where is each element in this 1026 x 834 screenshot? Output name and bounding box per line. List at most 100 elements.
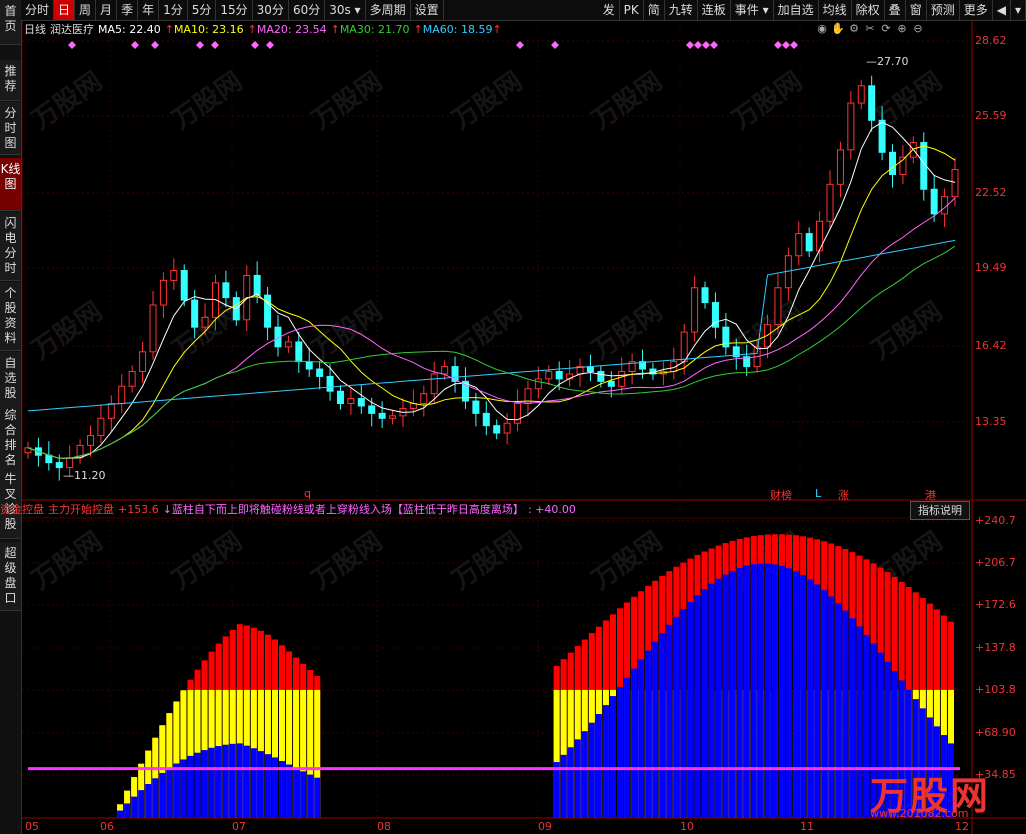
period-tab-4[interactable]: 季 — [117, 0, 139, 20]
indicator-blue-bar — [771, 564, 778, 818]
event-marker[interactable]: 港 — [925, 487, 936, 503]
indicator-label-2: ↓蓝柱自下而上即将触碰粉线或者上穿粉线入场【蓝柱低于昨日高度离场】 — [162, 503, 524, 516]
indicator-blue-bar — [863, 634, 870, 818]
sidebar-item-4[interactable]: 闪电分时 — [0, 212, 21, 281]
candle-body — [826, 183, 834, 222]
watermark-text: 万股网 — [587, 296, 668, 365]
indicator-blue-bar — [624, 677, 631, 818]
tool-button-6[interactable]: 加自选 — [774, 0, 819, 20]
date-tick: 07 — [232, 820, 246, 833]
period-tab-1[interactable]: 日 — [54, 0, 76, 20]
tool-button-1[interactable]: PK — [620, 0, 644, 20]
indicator-blue-bar — [842, 610, 849, 818]
period-label: 日线 — [24, 23, 46, 36]
indicator-blue-bar — [243, 745, 250, 818]
event-marker[interactable]: L — [815, 487, 821, 500]
candle-body — [534, 378, 542, 390]
period-tab-10[interactable]: 60分 — [289, 0, 326, 20]
candle-body — [545, 370, 553, 380]
watermark-url: www.201082.com — [870, 807, 969, 820]
candle-body — [284, 341, 292, 348]
period-tab-0[interactable]: 分时 — [21, 0, 55, 20]
tool-button-11[interactable]: 预测 — [927, 0, 960, 20]
candle-body — [836, 149, 844, 185]
indicator-blue-bar — [736, 567, 743, 818]
candle-body — [191, 299, 199, 328]
tool-button-2[interactable]: 简 — [644, 0, 665, 20]
tool-button-13[interactable]: ◀ — [993, 0, 1011, 20]
event-marker[interactable]: 涨 — [838, 487, 849, 503]
event-marker[interactable]: q — [304, 487, 311, 500]
period-tab-6[interactable]: 1分 — [159, 0, 188, 20]
tool-button-9[interactable]: 叠 — [885, 0, 906, 20]
sidebar-item-0[interactable]: 首页 — [0, 0, 21, 45]
period-tab-11[interactable]: 30s ▾ — [325, 0, 366, 20]
period-tab-5[interactable]: 年 — [138, 0, 160, 20]
indicator-blue-bar — [814, 584, 821, 818]
period-tab-3[interactable]: 月 — [96, 0, 118, 20]
tool-button-5[interactable]: 事件 ▾ — [731, 0, 774, 20]
indicator-blue-bar — [293, 768, 300, 818]
period-tab-12[interactable]: 多周期 — [366, 0, 411, 20]
watermark-text: 万股网 — [447, 296, 528, 365]
sidebar-item-2[interactable]: 分时图 — [0, 102, 21, 155]
candle-body — [847, 102, 855, 151]
sidebar-item-1[interactable]: 推荐 — [0, 60, 21, 101]
indicator-blue-bar — [250, 748, 257, 818]
zoom-out-icon[interactable]: ⊖ — [911, 22, 925, 36]
period-tab-7[interactable]: 5分 — [188, 0, 217, 20]
period-tab-9[interactable]: 30分 — [253, 0, 289, 20]
sidebar-item-7[interactable]: 综合排名 — [0, 404, 21, 471]
settings-icon[interactable]: ⚙ — [847, 22, 861, 36]
app-window: 万股网 万股网 万股网 万股网 万股网 万股网 万股网 万股网 万股网 万股网 万股网 万股网 万股网万… — [0, 0, 1026, 834]
candle-body — [389, 415, 397, 419]
candle-body — [701, 287, 709, 304]
refresh-icon[interactable]: ⟳ — [879, 22, 893, 36]
sidebar-item-label: 闪电分时 — [4, 216, 17, 275]
zoom-in-icon[interactable]: ⊕ — [895, 22, 909, 36]
scissors-icon[interactable]: ✂ — [863, 22, 877, 36]
period-tab-2[interactable]: 周 — [75, 0, 97, 20]
candle-body — [774, 287, 782, 326]
tool-button-8[interactable]: 除权 — [852, 0, 885, 20]
ma30-line — [27, 245, 956, 459]
indicator-blue-bar — [631, 668, 638, 818]
eye-icon[interactable]: ◉ — [815, 22, 829, 36]
indicator-blue-bar — [666, 624, 673, 818]
signal-diamond — [211, 41, 219, 49]
indicator-blue-bar — [609, 696, 616, 818]
hand-icon[interactable]: ✋ — [831, 22, 845, 36]
sidebar-item-label: 牛叉诊股 — [4, 472, 17, 531]
indicator-blue-bar — [673, 616, 680, 818]
tool-button-7[interactable]: 均线 — [819, 0, 852, 20]
watermark-text: 万股网 — [307, 66, 388, 135]
candle-body — [607, 380, 615, 387]
sidebar-item-3[interactable]: K线图 — [0, 158, 21, 211]
sidebar-item-5[interactable]: 个股资料 — [0, 282, 21, 351]
event-marker[interactable]: 财榜 — [770, 487, 792, 503]
tool-button-12[interactable]: 更多 — [960, 0, 993, 20]
sidebar-item-6[interactable]: 自选股 — [0, 352, 21, 405]
indicator-blue-bar — [743, 565, 750, 818]
period-tab-13[interactable]: 设置 — [411, 0, 444, 20]
candle-body — [430, 373, 438, 395]
candle-body — [503, 422, 511, 434]
indicator-info-line: 资金控盘 主力开始控盘 +153.6 ↓蓝柱自下而上即将触碰粉线或者上穿粉线入场… — [0, 502, 576, 518]
indicator-blue-bar — [764, 563, 771, 818]
tool-button-14[interactable]: ▾ — [1011, 0, 1026, 20]
indicator-blue-bar — [208, 747, 215, 818]
tool-button-10[interactable]: 窗 — [906, 0, 927, 20]
indicator-blue-bar — [694, 595, 701, 818]
tool-button-0[interactable]: 发 — [599, 0, 620, 20]
indicator-explain-button[interactable]: 指标说明 — [910, 501, 970, 520]
tool-button-4[interactable]: 连板 — [698, 0, 731, 20]
tool-button-3[interactable]: 九转 — [665, 0, 698, 20]
indicator-blue-bar — [708, 583, 715, 818]
signal-diamond — [516, 41, 524, 49]
indicator-blue-bar — [300, 771, 307, 818]
sidebar-item-9[interactable]: 超级盘口 — [0, 542, 21, 611]
indicator-blue-bar — [821, 590, 828, 818]
ma10-label: ↑MA10: 23.16 — [164, 23, 244, 36]
period-tab-8[interactable]: 15分 — [216, 0, 253, 20]
signal-diamond — [710, 41, 718, 49]
